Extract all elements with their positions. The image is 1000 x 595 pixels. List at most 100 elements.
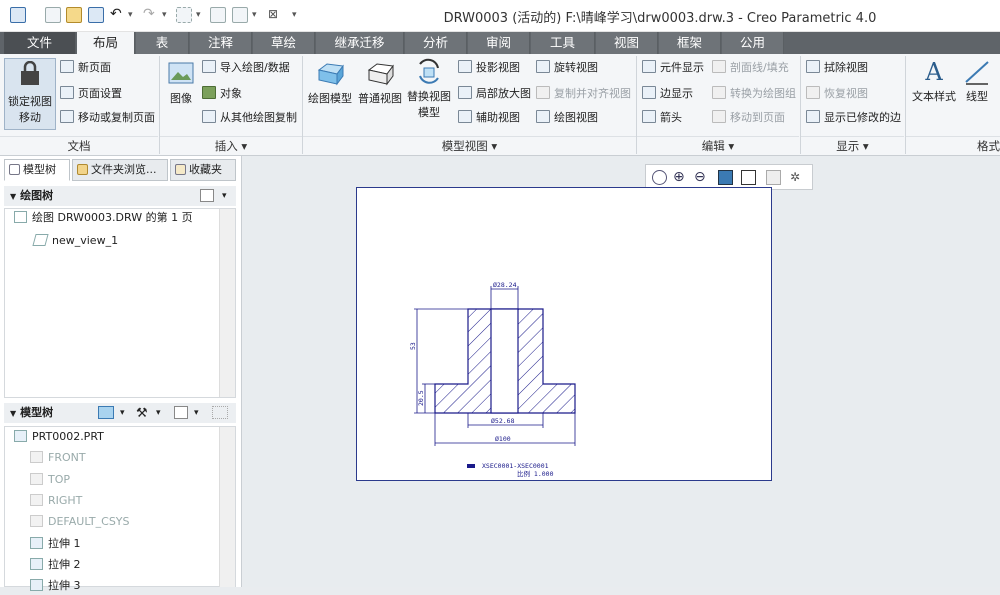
- lock-view-button[interactable]: 锁定视图 移动: [4, 58, 56, 130]
- copy-align-view-button[interactable]: 复制并对齐视图: [536, 86, 631, 102]
- tab-table[interactable]: 表: [136, 32, 189, 54]
- section-view[interactable]: Ø28.24 Ø52.68 Ø100 53 20.5 XSEC0001-XSEC…: [357, 188, 771, 480]
- show-modified-edges-button[interactable]: 显示已修改的边: [806, 110, 901, 126]
- tab-layout[interactable]: 布局: [77, 32, 135, 55]
- open-file-icon[interactable]: [66, 7, 82, 23]
- drawing-sheet[interactable]: Ø28.24 Ø52.68 Ø100 53 20.5 XSEC0001-XSEC…: [356, 187, 772, 481]
- tab-legacy-migration[interactable]: 继承迁移: [316, 32, 404, 54]
- new-file-icon[interactable]: [45, 7, 61, 23]
- component-display-button[interactable]: 元件显示: [642, 60, 704, 76]
- dimension-bottom[interactable]: Ø100: [495, 435, 511, 443]
- replace-view-button[interactable]: 替换视图 模型: [406, 58, 452, 120]
- regenerate-icon[interactable]: [210, 7, 226, 23]
- window-dropdown-icon[interactable]: ▾: [252, 7, 260, 23]
- window-switch-icon[interactable]: [232, 7, 248, 23]
- group-display-label[interactable]: 显示 ▾: [801, 136, 904, 154]
- group-format-label[interactable]: 格式: [906, 136, 1000, 154]
- model-tree-item[interactable]: TOP: [30, 471, 70, 489]
- save-icon[interactable]: [88, 7, 104, 23]
- model-tree-item[interactable]: FRONT: [30, 449, 86, 467]
- customize-toolbar-icon[interactable]: ▾: [292, 7, 300, 23]
- import-button[interactable]: 导入绘图/数据: [202, 60, 290, 76]
- model-tree-item[interactable]: 拉伸 2: [30, 556, 81, 574]
- drawing-model-button[interactable]: 绘图模型: [305, 60, 355, 106]
- tab-annotate[interactable]: 注释: [190, 32, 252, 54]
- tree-settings-icon[interactable]: [200, 189, 214, 202]
- copy-from-drawing-button[interactable]: 从其他绘图复制: [202, 110, 297, 126]
- dimension-mid[interactable]: Ø52.68: [491, 417, 515, 425]
- section-label[interactable]: XSEC0001-XSEC0001: [482, 462, 549, 470]
- repaint-icon[interactable]: [718, 170, 733, 185]
- tree-item-sheet[interactable]: 绘图 DRW0003.DRW 的第 1 页: [14, 209, 193, 227]
- page-setup-button[interactable]: 页面设置: [60, 86, 122, 102]
- move-to-page-button[interactable]: 移动到页面: [712, 110, 785, 126]
- tab-folder-browser[interactable]: 文件夹浏览...: [72, 159, 168, 181]
- tab-common[interactable]: 公用: [722, 32, 784, 54]
- tools-icon[interactable]: ⚒: [136, 404, 148, 424]
- tab-favorites[interactable]: 收藏夹: [170, 159, 236, 181]
- tab-analysis[interactable]: 分析: [405, 32, 467, 54]
- drawing-view-button[interactable]: 绘图视图: [536, 110, 598, 126]
- show-dropdown-icon[interactable]: ▾: [120, 403, 125, 423]
- detailed-view-button[interactable]: 局部放大图: [458, 86, 531, 102]
- auxiliary-view-button[interactable]: 辅助视图: [458, 110, 520, 126]
- edge-display-button[interactable]: 边显示: [642, 86, 693, 102]
- undo-dropdown-icon[interactable]: ▾: [128, 7, 136, 23]
- zoom-in-icon[interactable]: ⊕: [673, 170, 688, 185]
- close-window-icon[interactable]: ⊠: [268, 7, 284, 23]
- tab-review[interactable]: 审阅: [468, 32, 530, 54]
- tools-dropdown-icon[interactable]: ▾: [156, 403, 161, 423]
- drawing-tree-header[interactable]: ▼ 绘图树 ▾: [4, 186, 236, 206]
- tab-model-tree[interactable]: 模型树: [4, 159, 70, 181]
- view-manager-icon[interactable]: [766, 170, 781, 185]
- revolved-view-button[interactable]: 旋转视图: [536, 60, 598, 76]
- tree-item-view[interactable]: new_view_1: [32, 232, 118, 250]
- new-page-button[interactable]: 新页面: [60, 60, 111, 76]
- erase-view-button[interactable]: 拭除视图: [806, 60, 868, 76]
- group-insert-label[interactable]: 插入 ▾: [160, 136, 302, 154]
- select-box-icon[interactable]: [176, 7, 192, 23]
- settings-dropdown-icon[interactable]: ▾: [194, 403, 199, 423]
- select-dropdown-icon[interactable]: ▾: [196, 7, 204, 23]
- text-style-button[interactable]: A 文本样式: [910, 58, 958, 104]
- dimension-top[interactable]: Ø28.24: [493, 281, 517, 289]
- annotation-display-icon[interactable]: ✲: [790, 170, 805, 185]
- tab-frame[interactable]: 框架: [659, 32, 721, 54]
- line-style-button[interactable]: 线型: [962, 58, 992, 104]
- tree-settings-dropdown-icon[interactable]: ▾: [222, 186, 227, 206]
- model-tree-header[interactable]: ▼ 模型树 ▾ ⚒ ▾ ▾: [4, 403, 236, 423]
- general-view-button[interactable]: 普通视图: [357, 60, 403, 106]
- tab-view[interactable]: 视图: [596, 32, 658, 54]
- model-tree-item[interactable]: RIGHT: [30, 492, 82, 510]
- settings-icon[interactable]: [174, 406, 188, 419]
- section-fill-button[interactable]: 剖面线/填充: [712, 60, 789, 76]
- refit-icon[interactable]: [652, 170, 667, 185]
- restore-view-button[interactable]: 恢复视图: [806, 86, 868, 102]
- group-edit-label[interactable]: 编辑 ▾: [637, 136, 799, 154]
- undo-icon[interactable]: ↶: [110, 7, 126, 23]
- image-button[interactable]: 图像: [164, 60, 198, 106]
- move-copy-page-button[interactable]: 移动或复制页面: [60, 110, 155, 126]
- filter-icon[interactable]: [212, 406, 228, 419]
- tab-tools[interactable]: 工具: [531, 32, 595, 54]
- zoom-out-icon[interactable]: ⊖: [694, 170, 709, 185]
- drawing-tree-scrollbar[interactable]: [219, 209, 235, 397]
- object-button[interactable]: 对象: [202, 86, 242, 102]
- convert-to-draw-group-button[interactable]: 转换为绘图组: [712, 86, 796, 102]
- scale-label[interactable]: 比例 1.000: [517, 469, 554, 478]
- group-model-views-label[interactable]: 模型视图 ▾: [303, 136, 636, 154]
- display-style-icon[interactable]: [741, 170, 756, 185]
- arrow-button[interactable]: 箭头: [642, 110, 682, 126]
- redo-icon[interactable]: ↷: [143, 7, 159, 23]
- model-tree-item[interactable]: DEFAULT_CSYS: [30, 513, 130, 531]
- dimension-height[interactable]: 53: [409, 342, 417, 350]
- redo-dropdown-icon[interactable]: ▾: [162, 7, 170, 23]
- tab-sketch[interactable]: 草绘: [253, 32, 315, 54]
- model-tree-item[interactable]: 拉伸 1: [30, 535, 81, 553]
- tab-file[interactable]: 文件: [4, 32, 76, 54]
- dimension-flange[interactable]: 20.5: [417, 390, 425, 406]
- projection-view-button[interactable]: 投影视图: [458, 60, 520, 76]
- model-tree-item[interactable]: 拉伸 3: [30, 577, 81, 595]
- show-icon[interactable]: [98, 406, 114, 419]
- model-tree-item[interactable]: PRT0002.PRT: [14, 428, 104, 446]
